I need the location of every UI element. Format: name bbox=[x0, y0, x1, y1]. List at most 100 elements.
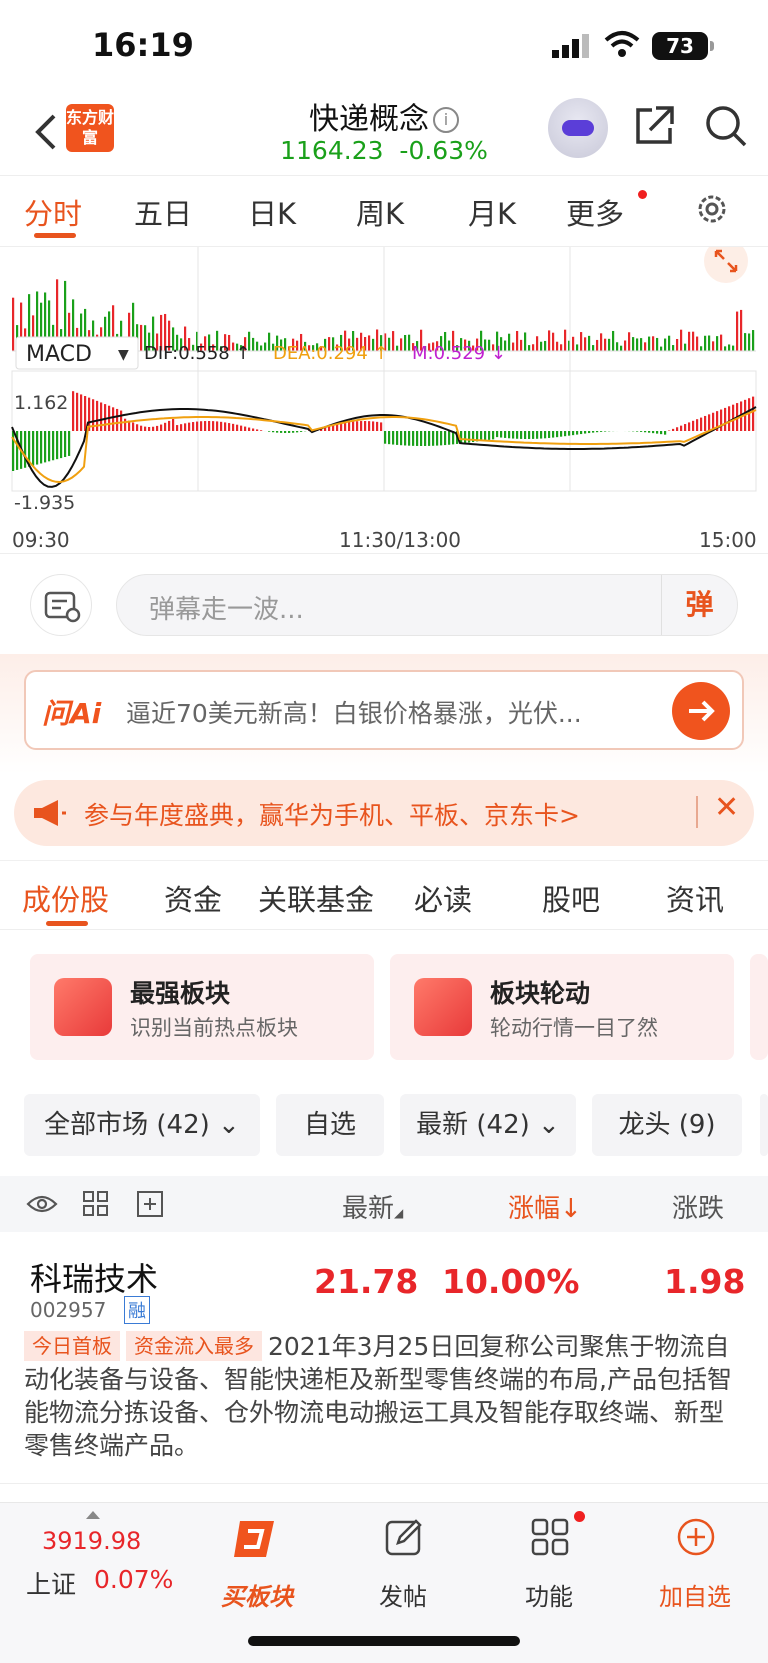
danmu-send-button[interactable]: 弹 bbox=[661, 575, 737, 635]
macd-bar bbox=[532, 431, 535, 439]
volume-bar bbox=[596, 339, 599, 351]
filter-leaders[interactable]: 龙头 (9) bbox=[592, 1094, 742, 1156]
macd-bar bbox=[36, 431, 39, 465]
macd-bar bbox=[376, 421, 379, 431]
apps-grid-icon[interactable] bbox=[530, 1517, 570, 1557]
tab-related-funds[interactable]: 关联基金 bbox=[258, 877, 374, 919]
index-value[interactable]: 3919.98 bbox=[42, 1527, 141, 1555]
macd-bar bbox=[520, 431, 523, 439]
card-strongest-sector[interactable]: 最强板块 识别当前热点板块 bbox=[30, 954, 374, 1060]
promo-banner[interactable]: 参与年度盛典，赢华为手机、平板、京东卡> ✕ bbox=[14, 780, 754, 846]
macd-bar bbox=[396, 431, 399, 445]
robot-avatar[interactable] bbox=[548, 98, 608, 158]
buy-sector-icon[interactable] bbox=[234, 1517, 282, 1561]
tab-five-day[interactable]: 五日 bbox=[134, 191, 192, 233]
macd-label[interactable]: MACD bbox=[26, 342, 92, 367]
intraday-chart: MACD ▼ DIF:0.558 ↑ DEA:0.294 ↑ M:0.529 ↓… bbox=[11, 247, 757, 552]
stock-code: 002957 bbox=[30, 1298, 107, 1322]
macd-bar bbox=[112, 407, 115, 431]
add-column-icon[interactable] bbox=[136, 1190, 164, 1218]
search-icon[interactable] bbox=[704, 104, 748, 148]
post-button[interactable]: 发帖 bbox=[348, 1577, 458, 1612]
eye-icon[interactable] bbox=[26, 1190, 58, 1218]
macd-bar bbox=[516, 431, 519, 439]
close-icon[interactable]: ✕ bbox=[714, 790, 739, 825]
macd-bar bbox=[388, 431, 391, 445]
add-circle-icon[interactable] bbox=[676, 1517, 716, 1557]
col-change-pct[interactable]: 涨幅↓ bbox=[508, 1188, 582, 1225]
danmu-settings-icon[interactable] bbox=[30, 574, 92, 636]
volume-bar bbox=[392, 331, 395, 351]
volume-bar bbox=[600, 333, 603, 351]
index-change[interactable]: 0.07% bbox=[94, 1565, 173, 1594]
macd-bar bbox=[664, 431, 667, 435]
filter-watchlist[interactable]: 自选 bbox=[276, 1094, 384, 1156]
col-change[interactable]: 涨跌 bbox=[672, 1188, 724, 1225]
macd-bar bbox=[72, 391, 75, 431]
filter-latest[interactable]: 最新 (42) ⌄ bbox=[400, 1094, 576, 1156]
grid-view-icon[interactable] bbox=[82, 1190, 110, 1218]
table-row[interactable]: 科瑞技术 002957 融 21.78 10.00% 1.98 今日首板 资金流入… bbox=[0, 1232, 768, 1484]
info-icon[interactable]: i bbox=[433, 107, 459, 133]
tab-must-read[interactable]: 必读 bbox=[414, 877, 472, 919]
macd-dropdown-icon[interactable]: ▼ bbox=[118, 347, 129, 363]
col-latest[interactable]: 最新◢ bbox=[342, 1188, 403, 1225]
ai-logo: 问Ai bbox=[42, 697, 102, 730]
macd-bar bbox=[552, 431, 555, 438]
macd-bar bbox=[440, 431, 443, 446]
tab-weekly-k[interactable]: 周K bbox=[356, 191, 404, 233]
tab-constituents[interactable]: 成份股 bbox=[22, 877, 109, 919]
edit-icon[interactable] bbox=[384, 1517, 424, 1557]
volume-bar bbox=[256, 341, 259, 351]
settings-gear-icon[interactable] bbox=[694, 191, 730, 227]
expand-icon[interactable] bbox=[704, 247, 748, 283]
filter-next-partial[interactable] bbox=[760, 1094, 768, 1156]
tab-more[interactable]: 更多 bbox=[566, 191, 624, 233]
macd-bar bbox=[364, 421, 367, 431]
card-next-partial[interactable] bbox=[750, 954, 768, 1060]
macd-bar bbox=[384, 431, 387, 444]
card-sector-rotation[interactable]: 板块轮动 轮动行情一目了然 bbox=[390, 954, 734, 1060]
macd-bar bbox=[680, 425, 683, 431]
macd-bar bbox=[284, 431, 287, 433]
danmu-input[interactable]: 弹幕走一波... 弹 bbox=[116, 574, 738, 636]
volume-bar bbox=[704, 335, 707, 351]
macd-bar bbox=[80, 394, 83, 431]
tab-funds[interactable]: 资金 bbox=[164, 877, 222, 919]
tab-underline bbox=[46, 921, 88, 926]
buy-sector-button[interactable]: 买板块 bbox=[202, 1577, 312, 1612]
rotation-icon bbox=[414, 978, 472, 1036]
tab-intraday[interactable]: 分时 bbox=[24, 191, 82, 233]
arrow-right-icon[interactable] bbox=[672, 682, 730, 740]
macd-bar bbox=[636, 431, 639, 432]
volume-bar bbox=[700, 346, 703, 351]
macd-bar bbox=[660, 431, 663, 435]
share-icon[interactable] bbox=[632, 104, 676, 148]
add-watchlist-button[interactable]: 加自选 bbox=[640, 1577, 750, 1612]
x-label-close: 15:00 bbox=[699, 528, 757, 552]
macd-bar bbox=[500, 431, 503, 438]
index-name[interactable]: 上证 bbox=[26, 1565, 76, 1601]
volume-bar bbox=[588, 335, 591, 351]
macd-bar bbox=[488, 431, 491, 440]
macd-bar bbox=[508, 431, 511, 439]
macd-bar bbox=[448, 431, 451, 445]
wifi-icon bbox=[604, 31, 640, 57]
volume-bar bbox=[752, 330, 755, 351]
macd-bar bbox=[752, 396, 755, 431]
ai-ask-box[interactable]: 问Ai 逼近70美元新高！白银价格暴涨，光伏... bbox=[24, 670, 744, 750]
volume-bar bbox=[140, 324, 143, 351]
tab-news[interactable]: 资讯 bbox=[666, 877, 724, 919]
tab-daily-k[interactable]: 日K bbox=[248, 191, 296, 233]
function-button[interactable]: 功能 bbox=[494, 1577, 604, 1612]
volume-bar bbox=[668, 335, 671, 351]
volume-bar bbox=[572, 336, 575, 351]
macd-bar bbox=[100, 402, 103, 431]
macd-bar bbox=[64, 431, 67, 458]
macd-bar bbox=[580, 431, 583, 435]
expand-up-icon[interactable] bbox=[86, 1511, 100, 1519]
volume-bar bbox=[520, 339, 523, 351]
filter-all-markets[interactable]: 全部市场 (42) ⌄ bbox=[24, 1094, 260, 1156]
tab-forum[interactable]: 股吧 bbox=[542, 877, 600, 919]
tab-monthly-k[interactable]: 月K bbox=[468, 191, 516, 233]
